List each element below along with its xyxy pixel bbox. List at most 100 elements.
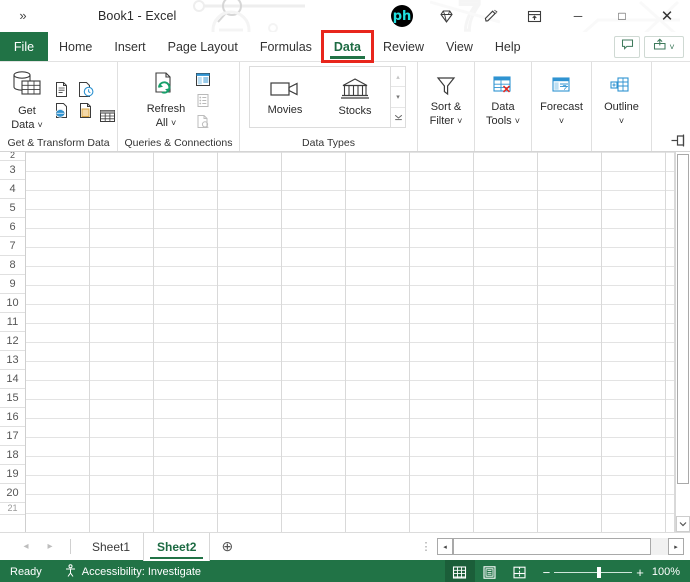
row-header-13[interactable]: 13 xyxy=(0,351,25,370)
queries-and-connections-icon[interactable] xyxy=(192,69,213,89)
vertical-scrollbar[interactable] xyxy=(675,152,690,532)
share-button[interactable]: ˅ xyxy=(644,35,684,58)
sort-and-filter-button[interactable]: Sort & Filter ˅ xyxy=(424,71,468,130)
ribbon-body: Get Data ˅ Get & Transform Data Refresh … xyxy=(0,62,690,152)
forecast-label-line1: Forecast xyxy=(540,100,583,113)
pencil-icon[interactable] xyxy=(468,0,512,32)
close-button[interactable]: ✕ xyxy=(644,0,690,32)
hscroll-right-button[interactable]: ▸ xyxy=(668,538,684,555)
row-header-20[interactable]: 20 xyxy=(0,484,25,503)
row-header-9[interactable]: 9 xyxy=(0,275,25,294)
group-label-queries-connections: Queries & Connections xyxy=(124,137,233,149)
horizontal-scrollbar-thumb[interactable] xyxy=(453,538,651,555)
outline-caret-icon: ˅ xyxy=(618,116,625,126)
row-header-5[interactable]: 5 xyxy=(0,199,25,218)
row-header-8[interactable]: 8 xyxy=(0,256,25,275)
from-web-icon[interactable] xyxy=(51,101,72,121)
vertical-scrollbar-thumb[interactable] xyxy=(677,154,689,484)
group-label-sort-filter xyxy=(418,136,474,151)
row-header-14[interactable]: 14 xyxy=(0,370,25,389)
tab-data[interactable]: Data xyxy=(320,30,375,63)
scroll-options-dots-icon[interactable]: ⋮ xyxy=(415,541,437,552)
data-tools-label-line2: Tools ˅ xyxy=(485,115,520,127)
zoom-in-button[interactable]: + xyxy=(636,565,644,580)
gallery-scroll-up-button[interactable]: ▴ xyxy=(391,67,405,88)
hscroll-track[interactable] xyxy=(453,538,651,555)
gallery-scroll-down-button[interactable]: ▾ xyxy=(391,87,405,108)
grid-cells[interactable] xyxy=(26,152,675,532)
add-sheet-button[interactable]: ⊕ xyxy=(210,538,244,555)
zoom-slider-track[interactable] xyxy=(554,566,633,578)
hscroll-left-button[interactable]: ◂ xyxy=(437,538,453,555)
row-header-4[interactable]: 4 xyxy=(0,180,25,199)
watermark-graphic xyxy=(185,0,385,32)
recent-sources-icon[interactable] xyxy=(75,80,96,100)
svg-text:?: ? xyxy=(562,83,567,93)
get-data-button[interactable]: Get Data ˅ xyxy=(5,67,49,134)
row-header-18[interactable]: 18 xyxy=(0,446,25,465)
scroll-down-button[interactable] xyxy=(676,516,690,532)
from-table-range-icon[interactable] xyxy=(98,107,117,124)
row-header-7[interactable]: 7 xyxy=(0,237,25,256)
gallery-more-button[interactable] xyxy=(391,108,405,127)
page-layout-view-button[interactable] xyxy=(475,560,505,582)
sheet-tab-sheet1[interactable]: Sheet1 xyxy=(79,533,143,561)
tab-page-layout[interactable]: Page Layout xyxy=(157,32,249,61)
minimize-button[interactable]: ─ xyxy=(556,0,600,32)
sheet-nav-next-button[interactable]: ▸ xyxy=(38,541,62,552)
edit-links-icon[interactable] xyxy=(192,111,213,131)
refresh-all-button[interactable]: Refresh All ˅ xyxy=(142,69,191,132)
zoom-out-button[interactable]: − xyxy=(543,565,551,580)
from-text-csv-icon[interactable] xyxy=(51,80,72,100)
ribbon-group-get-transform-data: Get Data ˅ Get & Transform Data xyxy=(0,62,118,151)
zoom-slider[interactable]: − + xyxy=(535,565,652,580)
tab-file[interactable]: File xyxy=(0,32,48,61)
row-headers: 2 3 4 5 6 7 8 9 10 11 12 13 14 15 16 17 … xyxy=(0,152,26,532)
tab-formulas[interactable]: Formulas xyxy=(249,32,323,61)
row-header-2[interactable]: 2 xyxy=(0,152,25,161)
row-header-12[interactable]: 12 xyxy=(0,332,25,351)
tab-view[interactable]: View xyxy=(435,32,484,61)
sort-filter-label-line2: Filter ˅ xyxy=(429,115,463,127)
tab-home[interactable]: Home xyxy=(48,32,103,61)
accessibility-status-button[interactable]: Accessibility: Investigate xyxy=(64,564,201,580)
get-data-caret-icon: ˅ xyxy=(37,120,43,130)
normal-view-button[interactable] xyxy=(444,560,475,582)
ribbon-display-options-icon[interactable] xyxy=(512,0,556,32)
horizontal-scrollbar[interactable]: ◂ ▸ xyxy=(437,538,684,555)
row-header-15[interactable]: 15 xyxy=(0,389,25,408)
existing-connections-icon[interactable] xyxy=(75,101,96,121)
sheet-nav-prev-button[interactable]: ◂ xyxy=(14,541,38,552)
quick-access-more-icon[interactable]: » xyxy=(0,0,46,32)
row-header-11[interactable]: 11 xyxy=(0,313,25,332)
zoom-level-label[interactable]: 100% xyxy=(652,566,690,578)
group-label-data-types: Data Types xyxy=(302,137,355,149)
row-header-16[interactable]: 16 xyxy=(0,408,25,427)
forecast-button[interactable]: ? Forecast ˅ xyxy=(537,71,586,130)
zoom-slider-knob[interactable] xyxy=(597,566,602,578)
ribbon-group-data-types: Movies Stocks ▴ ▾ Data Types xyxy=(240,62,418,151)
row-header-6[interactable]: 6 xyxy=(0,218,25,237)
ribbon-tab-row: File Home Insert Page Layout Formulas Da… xyxy=(0,30,690,63)
comments-button[interactable] xyxy=(614,35,640,58)
page-break-preview-button[interactable] xyxy=(505,560,535,582)
data-type-stocks[interactable]: Stocks xyxy=(320,67,390,127)
tab-review[interactable]: Review xyxy=(372,32,435,61)
maximize-button[interactable]: □ xyxy=(600,0,644,32)
row-header-3[interactable]: 3 xyxy=(0,161,25,180)
collapse-ribbon-pin-icon[interactable] xyxy=(671,134,686,150)
properties-icon[interactable] xyxy=(192,90,213,110)
diamond-icon[interactable] xyxy=(424,0,468,32)
data-types-gallery-scrollbar: ▴ ▾ xyxy=(390,67,405,127)
tab-help[interactable]: Help xyxy=(484,32,532,61)
tab-insert[interactable]: Insert xyxy=(103,32,156,61)
outline-button[interactable]: Outline ˅ xyxy=(599,71,644,130)
row-header-17[interactable]: 17 xyxy=(0,427,25,446)
data-type-movies[interactable]: Movies xyxy=(250,67,320,127)
row-header-10[interactable]: 10 xyxy=(0,294,25,313)
refresh-all-caret-icon: ˅ xyxy=(171,118,177,128)
sheet-tab-sheet2[interactable]: Sheet2 xyxy=(143,532,211,561)
row-header-21[interactable]: 21 xyxy=(0,503,25,515)
data-tools-button[interactable]: Data Tools ˅ xyxy=(481,71,525,130)
row-header-19[interactable]: 19 xyxy=(0,465,25,484)
